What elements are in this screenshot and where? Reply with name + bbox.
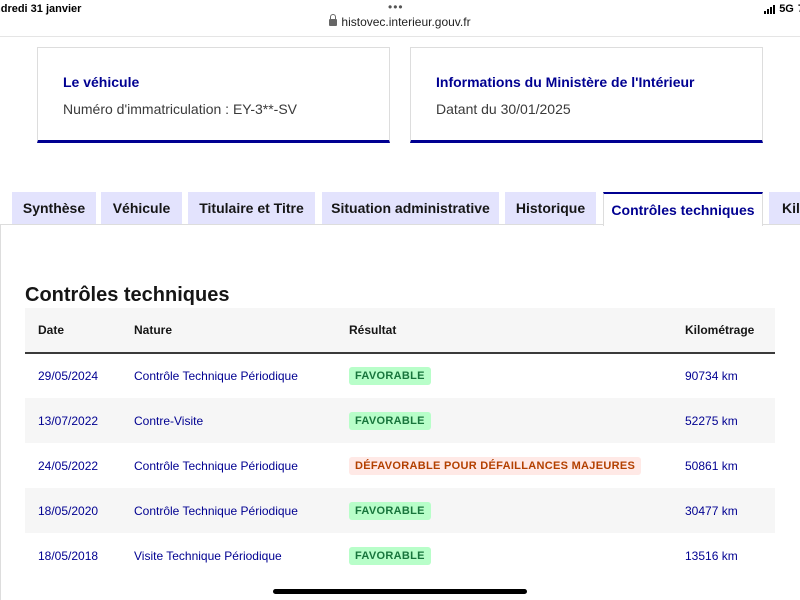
cell-result: FAVORABLE (336, 353, 672, 398)
tab-vehicule[interactable]: Véhicule (101, 192, 182, 224)
ministry-card-title: Informations du Ministère de l'Intérieur (436, 74, 695, 90)
status-indicators: 5G 7 (764, 3, 800, 15)
header-result[interactable]: Résultat (336, 308, 672, 353)
tab-kilometrage[interactable]: Kilo (769, 192, 800, 224)
result-badge: FAVORABLE (349, 411, 431, 430)
cell-mileage: 30477 km (685, 503, 738, 518)
result-badge: FAVORABLE (349, 501, 431, 520)
technical-controls-table: Date Nature Résultat Kilométrage 29/05/2… (25, 308, 775, 578)
cell-mileage: 13516 km (685, 548, 738, 563)
vehicle-card-title: Le véhicule (63, 74, 140, 90)
cell-nature: Contrôle Technique Périodique (134, 458, 298, 473)
vehicle-card: Le véhicule Numéro d'immatriculation : E… (37, 47, 390, 143)
tab-titulaire[interactable]: Titulaire et Titre (188, 192, 315, 224)
more-dots-icon[interactable]: ••• (388, 0, 404, 14)
result-badge: FAVORABLE (349, 546, 431, 565)
result-badge: FAVORABLE (349, 367, 431, 385)
table-header-row: Date Nature Résultat Kilométrage (25, 308, 775, 353)
cell-mileage: 90734 km (685, 369, 738, 383)
tab-historique[interactable]: Historique (505, 192, 596, 224)
address-bar[interactable]: histovec.interieur.gouv.fr (0, 14, 800, 29)
tab-bar: Synthèse Véhicule Titulaire et Titre Sit… (0, 192, 800, 226)
cell-nature: Contre-Visite (134, 413, 204, 428)
signal-icon (764, 4, 776, 14)
divider (0, 36, 800, 37)
url-text: histovec.interieur.gouv.fr (341, 15, 471, 29)
table-row: 13/07/2022 Contre-Visite FAVORABLE 52275… (25, 398, 775, 443)
cell-result: FAVORABLE (336, 488, 672, 533)
cell-date: 13/07/2022 (38, 413, 99, 428)
cell-result: DÉFAVORABLE POUR DÉFAILLANCES MAJEURES (336, 443, 672, 488)
status-date: ndredi 31 janvier (0, 3, 82, 15)
cell-result: FAVORABLE (336, 398, 672, 443)
cell-nature: Visite Technique Périodique (134, 548, 282, 563)
cell-date: 18/05/2020 (38, 503, 99, 518)
tab-synthese[interactable]: Synthèse (12, 192, 96, 224)
header-mileage[interactable]: Kilométrage (672, 308, 775, 353)
table-row: 18/05/2018 Visite Technique Périodique F… (25, 533, 775, 578)
lock-icon (329, 14, 338, 26)
ministry-card: Informations du Ministère de l'Intérieur… (410, 47, 763, 143)
home-indicator[interactable] (273, 589, 527, 594)
cell-date: 24/05/2022 (38, 458, 99, 473)
header-nature[interactable]: Nature (121, 308, 336, 353)
header-date[interactable]: Date (25, 308, 121, 353)
cell-date: 29/05/2024 (38, 369, 99, 383)
cell-mileage: 52275 km (685, 413, 738, 428)
registration-number: Numéro d'immatriculation : EY-3**-SV (63, 101, 298, 117)
section-title: Contrôles techniques (25, 284, 230, 306)
network-label: 5G (779, 3, 794, 15)
tab-situation[interactable]: Situation administrative (322, 192, 499, 224)
cell-nature: Contrôle Technique Périodique (134, 503, 298, 518)
cell-date: 18/05/2018 (38, 548, 99, 563)
data-date: Datant du 30/01/2025 (436, 101, 571, 117)
table-row: 18/05/2020 Contrôle Technique Périodique… (25, 488, 775, 533)
tab-controles[interactable]: Contrôles techniques (603, 192, 763, 226)
table-row: 29/05/2024 Contrôle Technique Périodique… (25, 353, 775, 398)
cell-nature: Contrôle Technique Périodique (134, 369, 298, 383)
table-row: 24/05/2022 Contrôle Technique Périodique… (25, 443, 775, 488)
cell-result: FAVORABLE (336, 533, 672, 578)
result-badge: DÉFAVORABLE POUR DÉFAILLANCES MAJEURES (349, 456, 642, 475)
cell-mileage: 50861 km (685, 458, 738, 473)
